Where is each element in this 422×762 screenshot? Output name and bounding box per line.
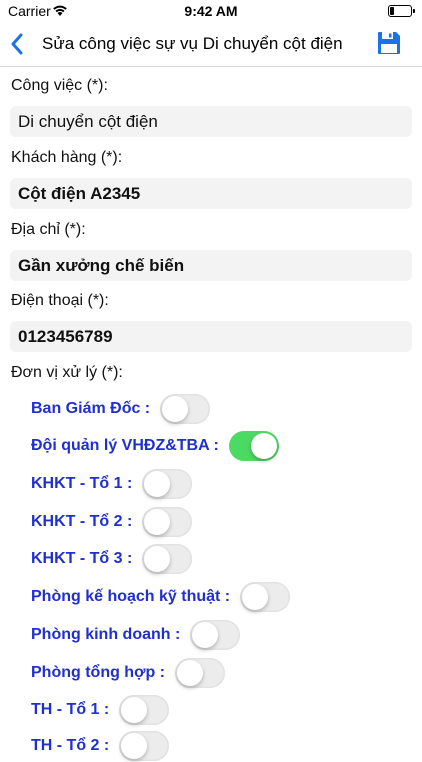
- back-chevron-icon[interactable]: [10, 33, 24, 55]
- unit-row-khkt-to-1: KHKT - Tổ 1 :: [31, 468, 193, 500]
- dia-chi-field[interactable]: Gần xưởng chế biến: [10, 250, 412, 281]
- status-bar: Carrier 9:42 AM: [0, 0, 422, 22]
- unit-toggle[interactable]: [119, 695, 170, 725]
- unit-label: Phòng kế hoạch kỹ thuật :: [31, 588, 231, 605]
- unit-toggle[interactable]: [142, 507, 193, 537]
- unit-row-phong-tong-hop: Phòng tổng hợp :: [31, 657, 225, 689]
- unit-toggle[interactable]: [228, 431, 279, 461]
- khach-hang-label: Khách hàng (*):: [11, 149, 123, 166]
- dien-thoai-label: Điện thoại (*):: [11, 292, 109, 309]
- unit-label: Phòng kinh doanh :: [31, 626, 181, 643]
- cong-viec-label: Công việc (*):: [11, 77, 108, 94]
- navigation-bar: Sửa công việc sự vụ Di chuyển cột điện: [0, 22, 422, 67]
- unit-label: KHKT - Tổ 1 :: [31, 475, 133, 492]
- unit-row-doi-quan-ly: Đội quản lý VHĐZ&TBA :: [31, 430, 279, 462]
- unit-row-khkt-to-3: KHKT - Tổ 3 :: [31, 543, 193, 575]
- khach-hang-field[interactable]: Cột điện A2345: [10, 178, 412, 209]
- unit-label: KHKT - Tổ 3 :: [31, 550, 133, 567]
- unit-toggle[interactable]: [119, 731, 170, 761]
- unit-row-khkt-to-2: KHKT - Tổ 2 :: [31, 506, 193, 538]
- unit-label: TH - Tổ 2 :: [31, 737, 110, 754]
- unit-toggle[interactable]: [160, 394, 211, 424]
- unit-label: Đội quản lý VHĐZ&TBA :: [31, 437, 219, 454]
- unit-label: Phòng tổng hợp :: [31, 664, 165, 681]
- battery-icon: [388, 5, 415, 17]
- dia-chi-label: Địa chỉ (*):: [11, 221, 86, 238]
- unit-toggle[interactable]: [190, 620, 241, 650]
- unit-row-ban-giam-doc: Ban Giám Đốc :: [31, 393, 211, 425]
- unit-label: Ban Giám Đốc :: [31, 400, 151, 417]
- page-title: Sửa công việc sự vụ Di chuyển cột điện: [42, 34, 343, 53]
- clock: 9:42 AM: [184, 3, 238, 19]
- unit-toggle[interactable]: [142, 469, 193, 499]
- unit-row-phong-ke-hoach: Phòng kế hoạch kỹ thuật :: [31, 581, 291, 613]
- unit-toggle[interactable]: [142, 544, 193, 574]
- unit-toggle[interactable]: [175, 658, 225, 688]
- dien-thoai-field[interactable]: 0123456789: [10, 321, 412, 352]
- unit-label: KHKT - Tổ 2 :: [31, 513, 133, 530]
- unit-row-th-to-2: TH - Tổ 2 :: [31, 730, 170, 762]
- don-vi-label: Đơn vị xử lý (*):: [11, 364, 123, 381]
- unit-label: TH - Tổ 1 :: [31, 701, 110, 718]
- unit-toggle[interactable]: [240, 582, 291, 612]
- cong-viec-field[interactable]: Di chuyển cột điện: [10, 106, 412, 137]
- save-floppy-icon[interactable]: [376, 30, 402, 56]
- unit-row-th-to-1: TH - Tổ 1 :: [31, 694, 170, 726]
- unit-row-phong-kinh-doanh: Phòng kinh doanh :: [31, 619, 241, 651]
